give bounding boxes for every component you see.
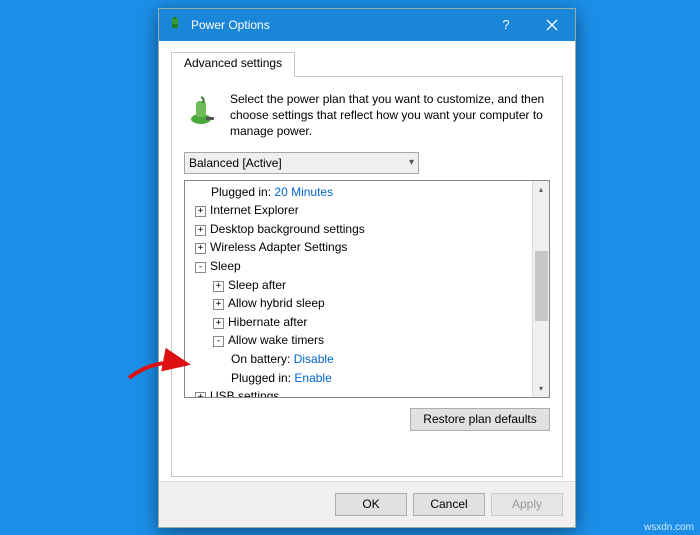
ok-button[interactable]: OK [335, 493, 407, 516]
tree-row-usb[interactable]: + USB settings [191, 387, 530, 396]
scroll-up-button[interactable]: ▴ [533, 181, 549, 198]
power-options-dialog: Power Options ? Advanced settings [158, 8, 576, 528]
close-button[interactable] [529, 9, 575, 41]
expand-icon[interactable]: + [195, 392, 206, 396]
tab-strip: Advanced settings [171, 51, 563, 77]
power-icon [167, 17, 183, 33]
tree-row-wake-timers[interactable]: -Allow wake timers [191, 331, 530, 350]
tree-row-sleep[interactable]: -Sleep [191, 257, 530, 276]
scrollbar-vertical[interactable]: ▴ ▾ [532, 181, 549, 397]
tree-label: Allow hybrid sleep [228, 296, 325, 310]
tab-advanced-settings[interactable]: Advanced settings [171, 52, 295, 77]
power-plan-selected: Balanced [Active] [189, 156, 282, 170]
window-title: Power Options [191, 18, 270, 32]
tree-row-on-battery[interactable]: On battery: Disable [191, 350, 530, 369]
tree-label: Internet Explorer [210, 203, 299, 217]
settings-tree[interactable]: Plugged in: 20 Minutes + Internet Explore… [185, 181, 532, 397]
tree-row-plugged-top[interactable]: Plugged in: 20 Minutes [191, 183, 530, 202]
tree-row-hybrid[interactable]: + Allow hybrid sleep [191, 294, 530, 313]
help-button[interactable]: ? [483, 9, 529, 41]
intro-text: Select the power plan that you want to c… [230, 91, 550, 140]
tree-label: USB settings [210, 389, 279, 396]
scroll-down-button[interactable]: ▾ [533, 380, 549, 397]
source-watermark: wsxdn.com [644, 522, 694, 533]
cancel-button[interactable]: Cancel [413, 493, 485, 516]
restore-defaults-button[interactable]: Restore plan defaults [410, 408, 550, 431]
dialog-footer: OK Cancel Apply [159, 481, 575, 527]
setting-label: Plugged in: [231, 371, 291, 385]
chevron-down-icon: ▾ [409, 157, 414, 168]
apply-button: Apply [491, 493, 563, 516]
svg-text:?: ? [502, 18, 509, 32]
expand-icon[interactable]: + [213, 318, 224, 329]
tree-row-plugged-in[interactable]: Plugged in: Enable [191, 369, 530, 388]
tree-row-sleep-after[interactable]: + Sleep after [191, 276, 530, 295]
power-plan-select[interactable]: Balanced [Active] ▾ [184, 152, 419, 174]
collapse-icon[interactable]: - [195, 262, 206, 273]
tree-label: Allow wake timers [228, 333, 324, 347]
tree-label: Desktop background settings [210, 222, 365, 236]
dialog-body: Advanced settings Select the power plan … [159, 41, 575, 527]
titlebar[interactable]: Power Options ? [159, 9, 575, 41]
expand-icon[interactable]: + [213, 281, 224, 292]
tree-label: Wireless Adapter Settings [210, 240, 347, 254]
tree-row-desktop[interactable]: + Desktop background settings [191, 220, 530, 239]
intro-row: Select the power plan that you want to c… [184, 91, 550, 140]
scroll-thumb[interactable] [535, 251, 548, 321]
expand-icon[interactable]: + [195, 206, 206, 217]
expand-icon[interactable]: + [195, 243, 206, 254]
tree-label: Sleep after [228, 278, 286, 292]
tree-row-hibernate[interactable]: + Hibernate after [191, 313, 530, 332]
settings-tree-container: Plugged in: 20 Minutes + Internet Explore… [184, 180, 550, 398]
tree-row-wireless[interactable]: + Wireless Adapter Settings [191, 238, 530, 257]
setting-value-link[interactable]: Enable [294, 371, 331, 385]
setting-label: Plugged in: [211, 185, 271, 199]
tree-label: Sleep [210, 259, 241, 273]
expand-icon[interactable]: + [213, 299, 224, 310]
setting-label: On battery: [231, 352, 290, 366]
power-plan-icon [184, 91, 220, 140]
tab-panel: Select the power plan that you want to c… [171, 77, 563, 477]
expand-icon[interactable]: + [195, 225, 206, 236]
collapse-icon[interactable]: - [213, 336, 224, 347]
tree-row-ie[interactable]: + Internet Explorer [191, 201, 530, 220]
setting-value-link[interactable]: Disable [294, 352, 334, 366]
setting-value-link[interactable]: 20 Minutes [274, 185, 333, 199]
tree-label: Hibernate after [228, 315, 307, 329]
